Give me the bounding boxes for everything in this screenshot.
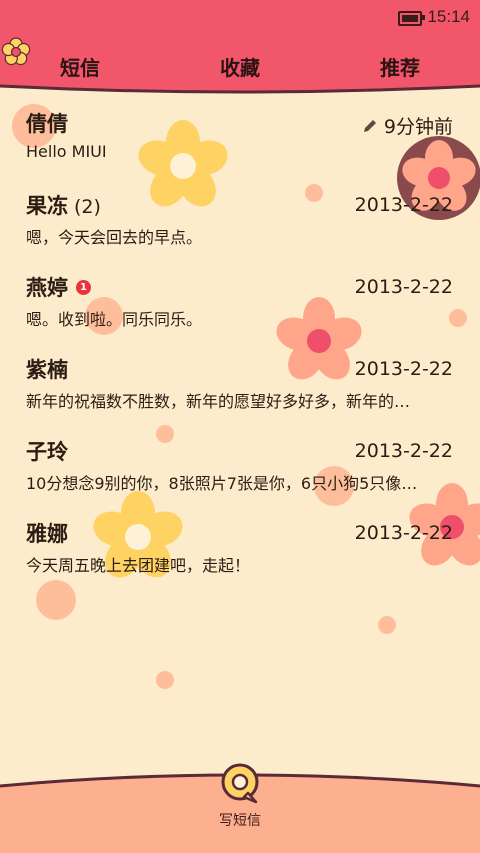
tab-header: 短信 收藏 推荐 xyxy=(0,36,480,98)
contact-name: 倩倩 xyxy=(26,112,68,136)
conversation-row[interactable]: 紫楠 2013-2-22 新年的祝福数不胜数，新年的愿望好多好多，新年的… xyxy=(0,346,480,428)
contact-name: 果冻 (2) xyxy=(26,190,101,220)
message-date: 2013-2-22 xyxy=(354,358,453,380)
message-date-text: 9分钟前 xyxy=(383,116,453,138)
message-date: 2013-2-22 xyxy=(354,194,453,216)
conversation-row[interactable]: 燕婷 1 2013-2-22 嗯。收到啦。同乐同乐。 xyxy=(0,264,480,346)
message-count: (2) xyxy=(74,196,101,218)
message-preview: Hello MIUI xyxy=(26,142,107,161)
tab-recommended[interactable]: 推荐 xyxy=(380,52,420,81)
conversation-row[interactable]: 雅娜 2013-2-22 今天周五晚上去团建吧，走起！ xyxy=(0,510,480,592)
contact-name-text: 果冻 xyxy=(26,194,68,218)
message-date: 9分钟前 xyxy=(362,112,453,139)
message-preview: 新年的祝福数不胜数，新年的愿望好多好多，新年的… xyxy=(26,392,411,411)
message-date: 2013-2-22 xyxy=(354,440,453,462)
message-preview: 今天周五晚上去团建吧，走起！ xyxy=(26,556,251,575)
status-bar: 15:14 xyxy=(0,0,480,36)
contact-name: 紫楠 xyxy=(26,358,68,382)
conversation-row[interactable]: 果冻 (2) 2013-2-22 嗯，今天会回去的早点。 xyxy=(0,182,480,264)
status-time: 15:14 xyxy=(427,7,470,26)
message-preview: 嗯。收到啦。同乐同乐。 xyxy=(26,310,203,329)
compose-button[interactable]: 写短信 xyxy=(214,762,266,832)
contact-name-text: 燕婷 xyxy=(26,276,68,300)
tab-favorites[interactable]: 收藏 xyxy=(220,52,260,81)
contact-name: 燕婷 1 xyxy=(26,272,91,302)
compose-icon xyxy=(221,763,259,804)
message-date: 2013-2-22 xyxy=(354,522,453,544)
message-date: 2013-2-22 xyxy=(354,276,453,298)
conversation-row[interactable]: 子玲 2013-2-22 10分想念9别的你，8张照片7张是你，6只小狗5只像… xyxy=(0,428,480,510)
contact-name: 雅娜 xyxy=(26,522,68,546)
contact-name: 子玲 xyxy=(26,440,68,464)
battery-icon xyxy=(398,11,425,26)
unread-badge: 1 xyxy=(76,279,91,295)
conversation-row[interactable]: 倩倩 9分钟前 Hello MIUI xyxy=(0,100,480,182)
tab-messages[interactable]: 短信 xyxy=(60,52,100,81)
flower-icon xyxy=(1,37,31,66)
compose-label: 写短信 xyxy=(219,813,261,829)
message-preview: 嗯，今天会回去的早点。 xyxy=(26,228,203,247)
pencil-icon xyxy=(363,119,376,132)
message-preview: 10分想念9别的你，8张照片7张是你，6只小狗5只像… xyxy=(26,474,418,493)
